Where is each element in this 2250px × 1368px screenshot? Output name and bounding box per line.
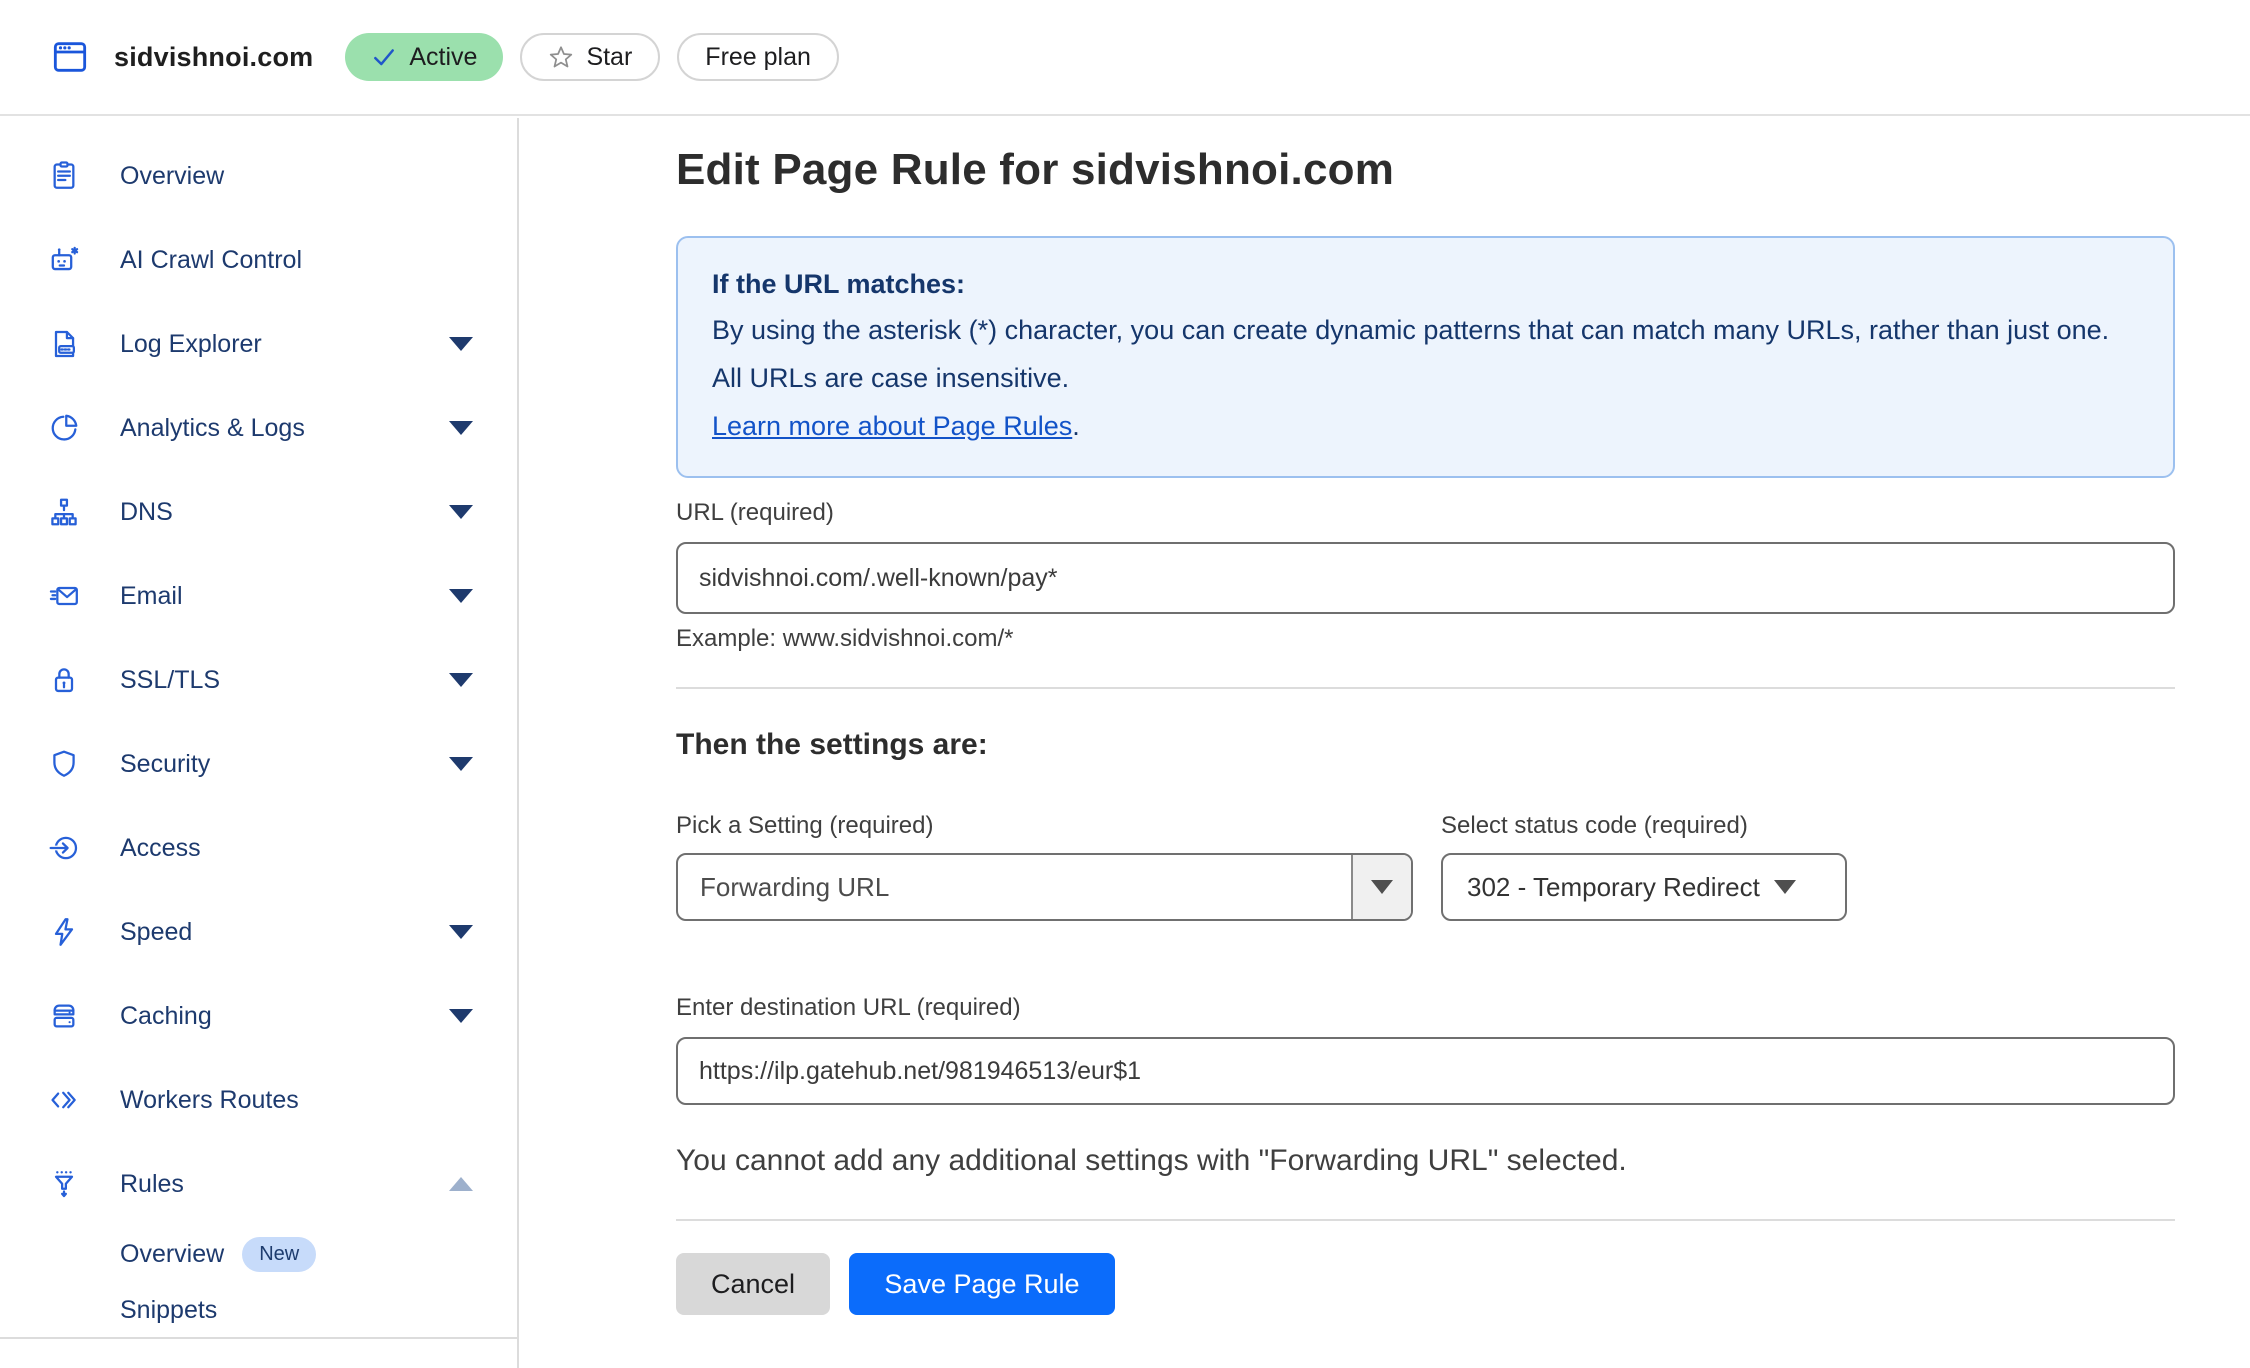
chevron-down-icon [1774,880,1796,894]
zone-badges: Active Star Free plan [345,33,839,81]
network-tree-icon [48,496,80,528]
sidebar-item-label: Analytics & Logs [120,414,305,443]
sidebar-item-label: Rules [120,1170,184,1199]
sidebar-item-label: Log Explorer [120,330,262,359]
status-badge: Active [345,33,503,81]
status-code-select[interactable]: 302 - Temporary Redirect [1441,853,1847,921]
sidebar-item-speed[interactable]: Speed [0,890,517,974]
sidebar-item-label: SSL/TLS [120,666,220,695]
checkmark-icon [371,44,397,70]
sidebar-nav: Overview AI Crawl Control Log Explorer A… [0,118,519,1368]
chevron-down-icon [1371,880,1393,894]
forwarding-note: You cannot add any additional settings w… [676,1144,1627,1178]
chevron-down-icon [449,673,473,687]
clipboard-icon [48,160,80,192]
settings-heading: Then the settings are: [676,728,988,762]
star-button[interactable]: Star [520,33,660,81]
status-field-label: Select status code (required) [1441,812,1748,840]
status-code-value: 302 - Temporary Redirect [1467,872,1760,903]
sidebar-subitem-list: Overview New Snippets [0,1226,517,1338]
sidebar-item-analytics-logs[interactable]: Analytics & Logs [0,386,517,470]
sidebar-footer-divider [0,1337,517,1339]
info-box-link-line: Learn more about Page Rules. [712,402,2139,450]
setting-select-value: Forwarding URL [678,872,889,903]
url-field-label: URL (required) [676,499,834,527]
setting-select-arrow-box [1351,855,1411,919]
chevron-down-icon [449,1009,473,1023]
save-page-rule-button[interactable]: Save Page Rule [849,1253,1115,1315]
sidebar-item-label: Caching [120,1002,212,1031]
sidebar-item-label: Speed [120,918,192,947]
sidebar-subitem-label: Overview [120,1240,224,1269]
cancel-button[interactable]: Cancel [676,1253,830,1315]
destination-field-label: Enter destination URL (required) [676,994,1021,1022]
chevron-down-icon [449,505,473,519]
chevron-down-icon [449,757,473,771]
page-title: Edit Page Rule for sidvishnoi.com [676,145,1394,195]
sidebar-item-overview[interactable]: Overview [0,134,517,218]
section-divider [676,1219,2175,1221]
sidebar-item-access[interactable]: Access [0,806,517,890]
lightning-icon [48,916,80,948]
sidebar-item-dns[interactable]: DNS [0,470,517,554]
chevron-down-icon [449,337,473,351]
plan-badge-label: Free plan [705,43,811,72]
server-stack-icon [48,1000,80,1032]
section-divider [676,687,2175,689]
link-suffix: . [1072,411,1080,441]
info-box-body: By using the asterisk (*) character, you… [712,306,2132,402]
zone-header: sidvishnoi.com Active Star Fre [0,0,2250,116]
sidebar-item-label: Workers Routes [120,1086,299,1115]
sidebar-item-email[interactable]: Email [0,554,517,638]
cloudflare-page-rule-screen: sidvishnoi.com Active Star Fre [0,0,2250,1368]
new-badge: New [242,1237,316,1272]
sidebar-item-label: AI Crawl Control [120,246,302,275]
star-icon [548,44,574,70]
funnel-icon [48,1168,80,1200]
url-input[interactable] [676,542,2175,614]
chevron-up-icon [449,1177,473,1191]
sidebar-item-caching[interactable]: Caching [0,974,517,1058]
code-brackets-icon [48,1084,80,1116]
pie-chart-icon [48,412,80,444]
sidebar-item-workers-routes[interactable]: Workers Routes [0,1058,517,1142]
url-example-text: Example: www.sidvishnoi.com/* [676,625,1013,653]
chevron-down-icon [449,589,473,603]
sidebar-item-log-explorer[interactable]: Log Explorer [0,302,517,386]
zone-domain: sidvishnoi.com [114,42,313,73]
padlock-icon [48,664,80,696]
sidebar-item-label: DNS [120,498,173,527]
sidebar-subitem-label: Snippets [120,1296,217,1325]
browser-window-icon [50,37,94,77]
login-arrow-icon [48,832,80,864]
sidebar-subitem-overview[interactable]: Overview New [0,1226,517,1282]
sidebar-item-security[interactable]: Security [0,722,517,806]
robot-icon [48,244,80,276]
sidebar-item-ai-crawl-control[interactable]: AI Crawl Control [0,218,517,302]
sidebar-item-list: Overview AI Crawl Control Log Explorer A… [0,134,517,1226]
destination-url-input[interactable] [676,1037,2175,1105]
email-icon [48,580,80,612]
sidebar-item-label: Overview [120,162,224,191]
info-box-heading: If the URL matches: [712,262,2139,306]
page-rules-help-link[interactable]: Learn more about Page Rules [712,411,1072,441]
plan-badge[interactable]: Free plan [677,33,839,81]
setting-field-label: Pick a Setting (required) [676,812,933,840]
url-match-info-box: If the URL matches: By using the asteris… [676,236,2175,478]
sidebar-item-label: Email [120,582,183,611]
setting-select[interactable]: Forwarding URL [676,853,1413,921]
sidebar-subitem-snippets[interactable]: Snippets [0,1282,517,1338]
shield-icon [48,748,80,780]
sidebar-item-label: Access [120,834,201,863]
main-content: Edit Page Rule for sidvishnoi.com If the… [521,118,2250,1368]
status-badge-label: Active [409,43,477,72]
sidebar-item-label: Security [120,750,210,779]
chevron-down-icon [449,421,473,435]
star-button-label: Star [586,43,632,72]
sidebar-item-ssl-tls[interactable]: SSL/TLS [0,638,517,722]
chevron-down-icon [449,925,473,939]
log-document-icon [48,328,80,360]
sidebar-item-rules[interactable]: Rules [0,1142,517,1226]
